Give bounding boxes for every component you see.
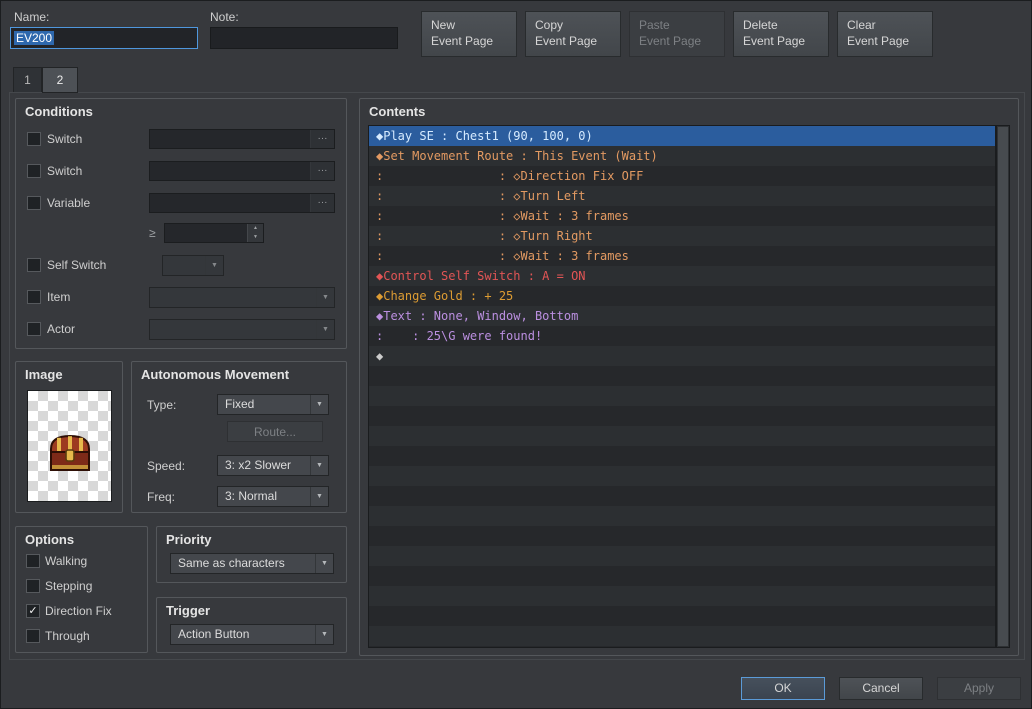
image-title: Image: [25, 367, 63, 382]
item-label: Item: [47, 290, 71, 304]
tab-page-2[interactable]: 2: [42, 67, 78, 93]
self-switch-label: Self Switch: [47, 258, 107, 272]
event-command-line[interactable]: : : 25\G were found!: [369, 326, 995, 346]
event-command-line[interactable]: ◆Text : None, Window, Bottom: [369, 306, 995, 326]
tab-page-1[interactable]: 1: [13, 67, 42, 93]
copy-event-page-button[interactable]: Copy Event Page: [525, 11, 621, 57]
stepping-label: Stepping: [45, 579, 93, 593]
event-command-line[interactable]: ◆Set Movement Route : This Event (Wait): [369, 146, 995, 166]
gte-symbol: ≥: [149, 226, 156, 240]
chevron-down-icon: ▼: [310, 395, 328, 414]
item-checkbox[interactable]: [27, 290, 41, 304]
trigger-dropdown[interactable]: Action Button ▼: [170, 624, 334, 645]
through-label: Through: [45, 629, 90, 643]
movement-type-dropdown[interactable]: Fixed ▼: [217, 394, 329, 415]
switch2-checkbox[interactable]: [27, 164, 41, 178]
event-command-line[interactable]: : : ◇Turn Left: [369, 186, 995, 206]
event-command-line[interactable]: : : ◇Wait : 3 frames: [369, 206, 995, 226]
trigger-group: Trigger Action Button ▼: [156, 597, 347, 653]
walking-label: Walking: [45, 554, 88, 568]
event-page-editor-window: Name: EV200 Note: New Event Page Copy Ev…: [0, 0, 1032, 709]
type-label: Type:: [147, 398, 177, 412]
chevron-down-icon: ▼: [310, 456, 328, 475]
conditions-group: Conditions Switch ··· Switch ··· Variabl…: [15, 98, 347, 349]
actor-dropdown[interactable]: ▼: [149, 319, 335, 340]
contents-list[interactable]: ◆Play SE : Chest1 (90, 100, 0) ◆Set Movem…: [368, 125, 996, 648]
event-image-box[interactable]: [27, 390, 112, 502]
clear-event-page-button[interactable]: Clear Event Page: [837, 11, 933, 57]
switch1-field[interactable]: ···: [149, 129, 335, 149]
chevron-down-icon: ▼: [205, 256, 223, 275]
cancel-button[interactable]: Cancel: [839, 677, 923, 700]
conditions-title: Conditions: [25, 104, 93, 119]
priority-dropdown[interactable]: Same as characters ▼: [170, 553, 334, 574]
speed-label: Speed:: [147, 459, 186, 473]
variable-checkbox[interactable]: [27, 196, 41, 210]
variable-value-spinner[interactable]: ▲ ▼: [164, 223, 264, 243]
direction-fix-checkbox[interactable]: ✓: [26, 604, 40, 618]
switch2-ellipsis-button[interactable]: ···: [310, 162, 334, 180]
switch2-field[interactable]: ···: [149, 161, 335, 181]
event-command-line[interactable]: : : ◇Direction Fix OFF: [369, 166, 995, 186]
apply-button: Apply: [937, 677, 1021, 700]
variable-label: Variable: [47, 196, 91, 210]
switch1-checkbox[interactable]: [27, 132, 41, 146]
name-input[interactable]: EV200: [10, 27, 198, 49]
stepping-checkbox[interactable]: [26, 579, 40, 593]
variable-ellipsis-button[interactable]: ···: [310, 194, 334, 212]
priority-group: Priority Same as characters ▼: [156, 526, 347, 583]
spinner-down-icon[interactable]: ▼: [248, 233, 263, 242]
direction-fix-label: Direction Fix: [45, 604, 112, 618]
priority-title: Priority: [166, 532, 212, 547]
event-command-line[interactable]: : : ◇Turn Right: [369, 226, 995, 246]
autonomous-movement-group: Autonomous Movement Type: Fixed ▼ Route.…: [131, 361, 347, 513]
contents-title: Contents: [369, 104, 426, 119]
scrollbar-thumb[interactable]: [998, 127, 1008, 646]
self-switch-checkbox[interactable]: [27, 258, 41, 272]
self-switch-dropdown[interactable]: ▼: [162, 255, 224, 276]
note-label: Note:: [210, 10, 239, 24]
event-command-line[interactable]: : : ◇Wait : 3 frames: [369, 246, 995, 266]
contents-group: Contents ◆Play SE : Chest1 (90, 100, 0) ◆…: [359, 98, 1019, 656]
options-title: Options: [25, 532, 75, 547]
route-button: Route...: [227, 421, 323, 442]
movement-freq-dropdown[interactable]: 3: Normal ▼: [217, 486, 329, 507]
name-label: Name:: [14, 10, 50, 24]
actor-checkbox[interactable]: [27, 322, 41, 336]
name-value: EV200: [14, 31, 55, 45]
walking-checkbox[interactable]: [26, 554, 40, 568]
switch2-label: Switch: [47, 164, 83, 178]
autonomous-movement-title: Autonomous Movement: [141, 367, 290, 382]
image-group: Image: [15, 361, 123, 513]
through-checkbox[interactable]: [26, 629, 40, 643]
note-input[interactable]: [210, 27, 398, 49]
new-event-page-button[interactable]: New Event Page: [421, 11, 517, 57]
freq-label: Freq:: [147, 490, 176, 504]
event-command-line[interactable]: ◆: [369, 346, 995, 366]
chevron-down-icon: ▼: [316, 320, 334, 339]
item-dropdown[interactable]: ▼: [149, 287, 335, 308]
trigger-title: Trigger: [166, 603, 211, 618]
spinner-up-icon[interactable]: ▲: [248, 224, 263, 233]
switch1-ellipsis-button[interactable]: ···: [310, 130, 334, 148]
switch1-label: Switch: [47, 132, 83, 146]
chest-sprite: [49, 434, 90, 471]
actor-label: Actor: [47, 322, 76, 336]
options-group: Options Walking Stepping ✓ Direction Fix…: [15, 526, 148, 653]
event-command-line[interactable]: ◆Play SE : Chest1 (90, 100, 0): [369, 126, 995, 146]
chevron-down-icon: ▼: [316, 288, 334, 307]
chevron-down-icon: ▼: [310, 487, 328, 506]
chevron-down-icon: ▼: [315, 554, 333, 573]
event-command-line[interactable]: ◆Control Self Switch : A = ON: [369, 266, 995, 286]
event-command-line[interactable]: ◆Change Gold : + 25: [369, 286, 995, 306]
variable-field[interactable]: ···: [149, 193, 335, 213]
movement-speed-dropdown[interactable]: 3: x2 Slower ▼: [217, 455, 329, 476]
delete-event-page-button[interactable]: Delete Event Page: [733, 11, 829, 57]
chevron-down-icon: ▼: [315, 625, 333, 644]
paste-event-page-button: Paste Event Page: [629, 11, 725, 57]
ok-button[interactable]: OK: [741, 677, 825, 700]
contents-scrollbar[interactable]: [996, 125, 1010, 648]
